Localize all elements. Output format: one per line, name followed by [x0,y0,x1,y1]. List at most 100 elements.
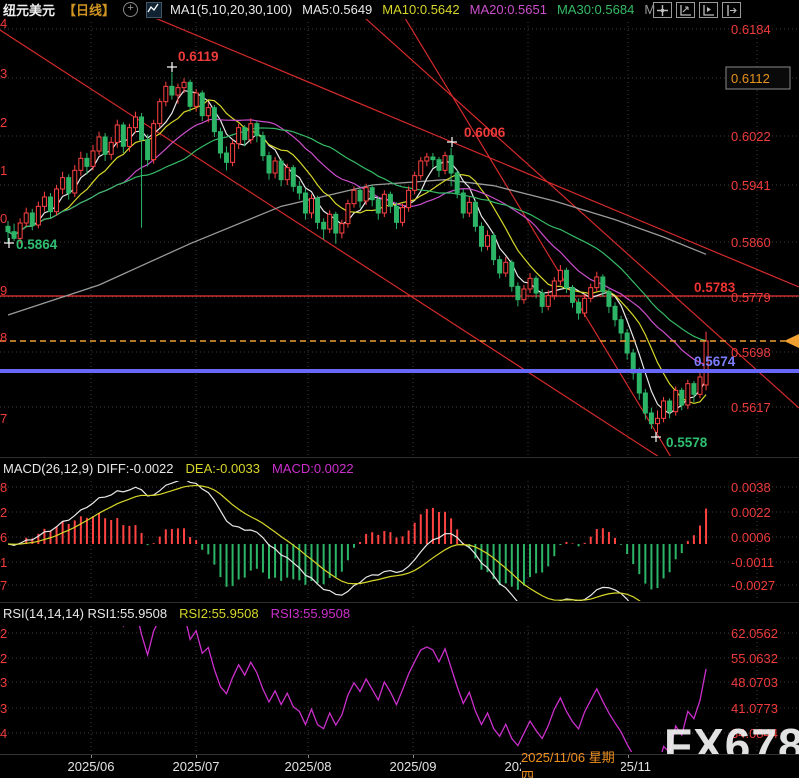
candle[interactable] [595,272,599,292]
candle[interactable] [431,153,435,168]
candle[interactable] [370,185,374,206]
candle[interactable] [267,152,271,180]
candle[interactable] [528,273,532,293]
chart-type-icon[interactable] [146,2,162,18]
candle[interactable] [376,197,380,220]
candle[interactable] [279,158,283,186]
candle[interactable] [164,82,168,107]
trendline[interactable] [0,30,710,490]
candle[interactable] [30,209,34,230]
candle[interactable] [24,208,28,227]
candle[interactable] [91,145,95,170]
candle[interactable] [121,122,125,153]
add-indicator-icon[interactable]: + [123,2,138,17]
candle[interactable] [346,200,350,228]
candle[interactable] [662,397,666,422]
candle[interactable] [498,256,502,279]
candle[interactable] [692,381,696,402]
candle[interactable] [613,302,617,326]
candle[interactable] [237,124,241,149]
candle[interactable] [249,118,253,143]
candle[interactable] [261,132,265,161]
candle[interactable] [285,164,289,185]
candle[interactable] [310,194,314,218]
candle[interactable] [212,105,216,137]
candle[interactable] [607,289,611,313]
candle[interactable] [534,276,538,299]
candle[interactable] [668,398,672,418]
candle[interactable] [79,152,83,176]
candle[interactable] [340,220,344,239]
candle[interactable] [571,285,575,308]
candle[interactable] [140,113,144,228]
candle[interactable] [42,192,46,212]
candle[interactable] [486,230,490,250]
pan-icon[interactable] [653,2,672,18]
candle[interactable] [443,152,447,175]
candle[interactable] [225,146,229,170]
price-alert-arrow-icon[interactable] [784,334,799,348]
collapse-panel-icon[interactable] [722,2,741,18]
candle[interactable] [109,137,113,160]
axis-play-icon[interactable] [699,2,718,18]
candle[interactable] [655,410,659,433]
candle[interactable] [322,218,326,239]
candle[interactable] [316,196,320,229]
candle[interactable] [382,190,386,217]
axis-scale-icon[interactable] [676,2,695,18]
candle[interactable] [473,200,477,232]
candle[interactable] [558,265,562,285]
candle[interactable] [55,185,59,216]
candle[interactable] [152,120,156,164]
candle[interactable] [73,165,77,197]
candle[interactable] [425,153,429,166]
candle[interactable] [255,121,259,142]
candle[interactable] [504,257,508,277]
candle[interactable] [334,212,338,244]
candle[interactable] [625,329,629,360]
candle[interactable] [158,98,162,127]
trendline[interactable] [112,0,799,287]
candle[interactable] [492,233,496,265]
candle[interactable] [643,389,647,420]
candle[interactable] [358,188,362,208]
candle[interactable] [540,289,544,313]
candle[interactable] [522,285,526,304]
trendline[interactable] [394,0,700,505]
candle[interactable] [649,408,653,429]
candle[interactable] [273,157,277,178]
candle[interactable] [188,80,192,112]
candle[interactable] [437,157,441,177]
candle[interactable] [394,202,398,229]
candle[interactable] [589,284,593,303]
candle[interactable] [36,202,40,229]
candle[interactable] [200,90,204,121]
candle[interactable] [698,373,702,398]
candle[interactable] [407,186,411,211]
candle[interactable] [583,294,587,317]
candle[interactable] [631,349,635,380]
candle[interactable] [97,132,101,155]
candle[interactable] [388,192,392,213]
candle[interactable] [516,282,520,306]
candle[interactable] [231,140,235,167]
x-axis-bar[interactable]: 2025/062025/072025/082025/092025/102025/… [0,754,799,778]
candle[interactable] [479,222,483,251]
candle[interactable] [674,386,678,415]
candle[interactable] [510,260,514,292]
candle[interactable] [218,128,222,159]
candle[interactable] [419,157,423,180]
candle[interactable] [61,172,65,195]
price-chart-canvas[interactable]: 0.61840.61120.60220.59410.58600.57790.56… [0,0,799,778]
candle[interactable] [546,290,550,310]
candle[interactable] [170,72,174,99]
candle[interactable] [48,193,52,218]
candle[interactable] [103,133,107,161]
candle[interactable] [127,124,131,152]
candle[interactable] [303,189,307,220]
candle[interactable] [467,197,471,217]
candle[interactable] [297,181,301,200]
candle[interactable] [67,174,71,199]
candle[interactable] [686,380,690,409]
candle[interactable] [291,165,295,192]
